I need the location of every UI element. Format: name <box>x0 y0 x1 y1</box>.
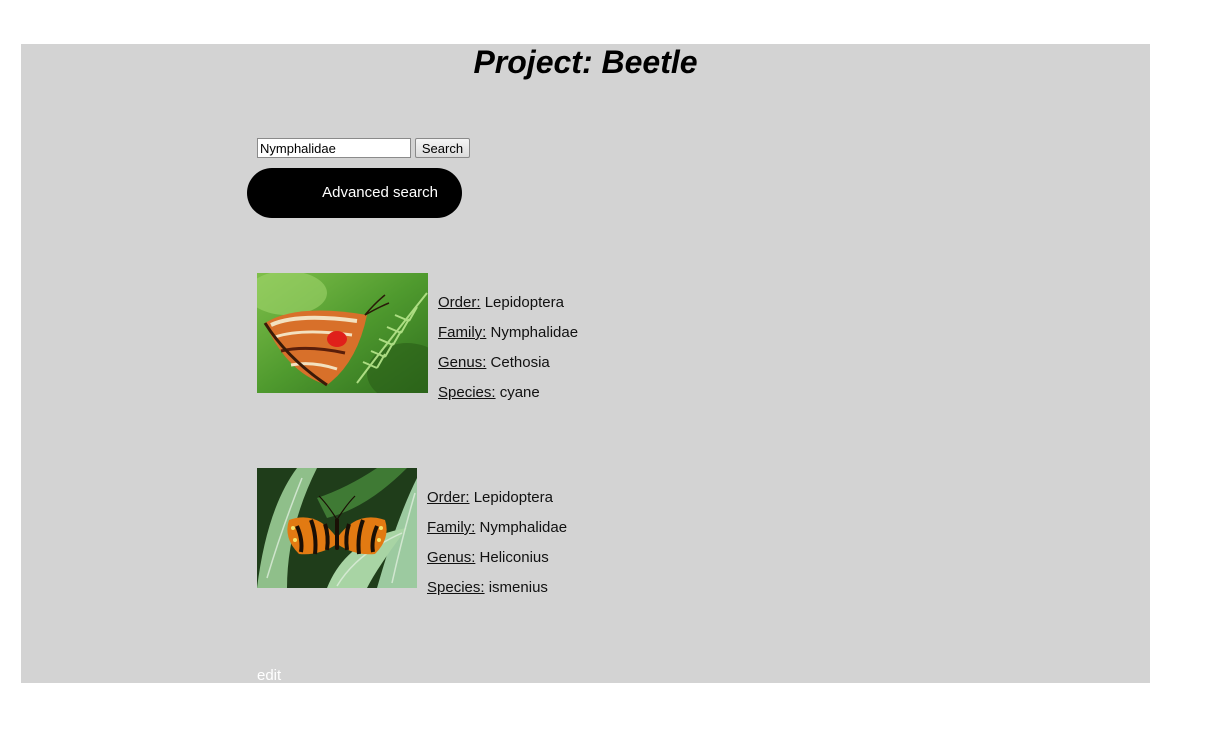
genus-value: Heliconius <box>479 549 549 566</box>
edit-link[interactable]: edit <box>257 667 281 685</box>
butterfly-photo-icon[interactable] <box>257 273 428 393</box>
genus-link[interactable]: Genus: <box>427 549 475 566</box>
order-link[interactable]: Order: <box>438 294 481 311</box>
result-item: Order: Lepidoptera Family: Nymphalidae G… <box>257 468 597 596</box>
taxonomy-list: Order: Lepidoptera Family: Nymphalidae G… <box>438 288 578 408</box>
taxonomy-family: Family: Nymphalidae <box>438 318 578 348</box>
taxonomy-order: Order: Lepidoptera <box>427 483 567 513</box>
order-value: Lepidoptera <box>484 294 564 311</box>
taxonomy-genus: Genus: Cethosia <box>438 348 578 378</box>
result-item: Order: Lepidoptera Family: Nymphalidae G… <box>257 273 597 401</box>
order-link[interactable]: Order: <box>427 489 470 506</box>
family-value: Nymphalidae <box>479 519 568 536</box>
taxonomy-genus: Genus: Heliconius <box>427 543 567 573</box>
species-value: cyane <box>499 384 540 401</box>
taxonomy-family: Family: Nymphalidae <box>427 513 567 543</box>
main-panel: Project: Beetle Search Advanced search <box>21 44 1150 685</box>
page-title: Project: Beetle <box>473 44 698 80</box>
genus-value: Cethosia <box>490 354 550 371</box>
taxonomy-species: Species: cyane <box>438 378 578 408</box>
species-link[interactable]: Species: <box>427 579 485 596</box>
species-value: ismenius <box>488 579 548 596</box>
butterfly-photo-icon[interactable] <box>257 468 417 588</box>
species-link[interactable]: Species: <box>438 384 496 401</box>
taxonomy-order: Order: Lepidoptera <box>438 288 578 318</box>
family-link[interactable]: Family: <box>427 519 475 536</box>
advanced-search-button[interactable]: Advanced search <box>247 168 462 218</box>
search-input[interactable] <box>257 138 411 158</box>
order-value: Lepidoptera <box>473 489 553 506</box>
family-value: Nymphalidae <box>490 324 579 341</box>
family-link[interactable]: Family: <box>438 324 486 341</box>
search-button[interactable]: Search <box>415 138 470 158</box>
taxonomy-list: Order: Lepidoptera Family: Nymphalidae G… <box>427 483 567 603</box>
taxonomy-species: Species: ismenius <box>427 573 567 603</box>
genus-link[interactable]: Genus: <box>438 354 486 371</box>
